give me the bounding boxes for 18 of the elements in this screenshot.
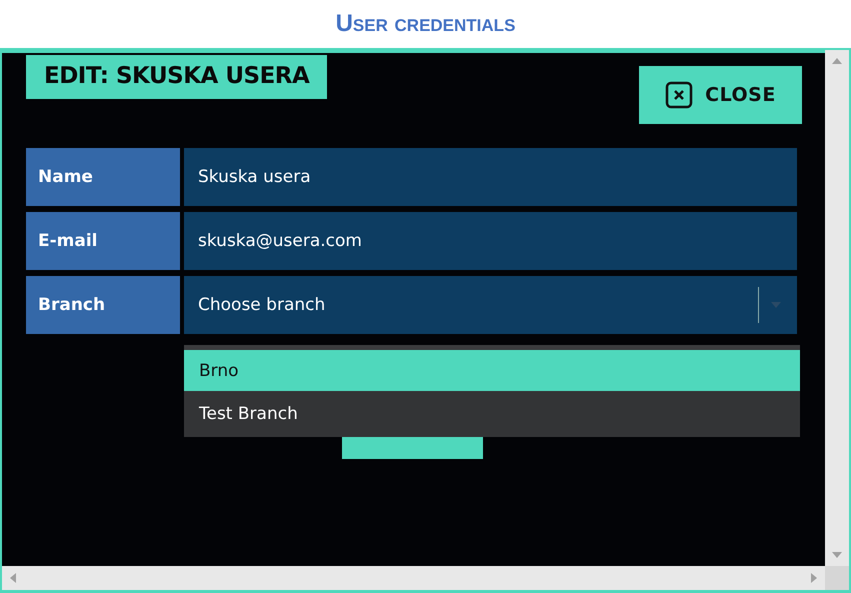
field-label: Name xyxy=(26,148,180,206)
input-field[interactable]: skuska@usera.com xyxy=(184,212,797,270)
dropdown-option[interactable]: Test Branch xyxy=(184,391,800,437)
input-field[interactable]: Skuska usera xyxy=(184,148,797,206)
caret-icon xyxy=(771,302,781,308)
up-arrow-icon xyxy=(832,58,842,64)
close-icon xyxy=(665,81,694,109)
field-label: Branch xyxy=(26,276,180,334)
branch-select[interactable]: Choose branch xyxy=(184,276,797,334)
field-label: E-mail xyxy=(26,212,180,270)
right-arrow-icon xyxy=(811,573,817,583)
down-arrow-icon xyxy=(832,552,842,558)
dialog-heading: EDIT: SKUSKA USERA xyxy=(26,55,328,99)
close-button[interactable]: CLOSE xyxy=(639,66,802,124)
page-title: User credentials xyxy=(336,10,516,38)
scrollbar-corner xyxy=(825,566,849,590)
dropdown-option[interactable]: Brno xyxy=(184,350,800,391)
left-arrow-icon xyxy=(10,573,16,583)
